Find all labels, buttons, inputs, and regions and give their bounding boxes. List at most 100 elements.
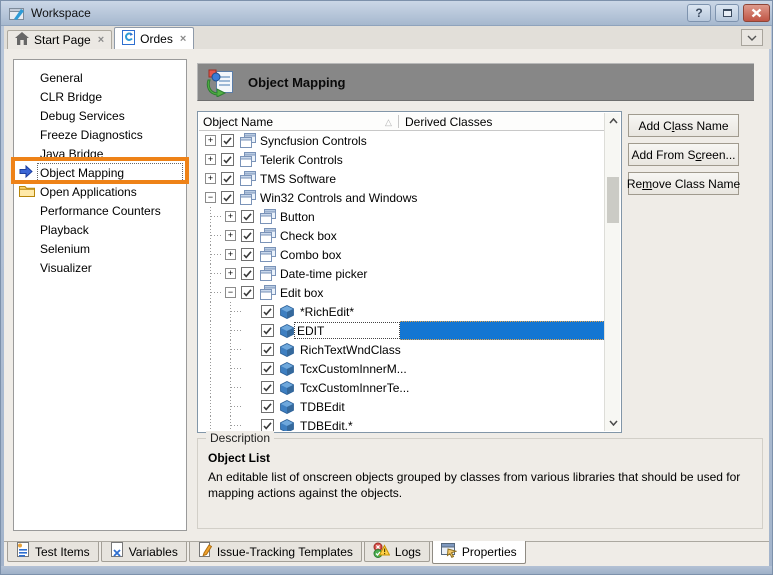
variables-icon bbox=[110, 542, 124, 561]
check-icon bbox=[263, 403, 272, 411]
window-group-icon bbox=[240, 190, 256, 205]
bottom-tab-logs[interactable]: Logs bbox=[364, 542, 430, 562]
row-checkbox[interactable] bbox=[241, 267, 254, 280]
sidebar-item-performance-counters[interactable]: Performance Counters bbox=[14, 201, 186, 220]
bottom-tab-properties[interactable]: Properties bbox=[432, 541, 526, 564]
tree-row-tcxcustominnerte[interactable]: TcxCustomInnerTe... bbox=[199, 378, 605, 397]
tree-row-edit-box[interactable]: − Edit box bbox=[199, 283, 605, 302]
tree-row-tms-software[interactable]: + TMS Software bbox=[199, 169, 605, 188]
add-from-screen-button[interactable]: Add From Screen... bbox=[628, 143, 739, 166]
home-icon bbox=[15, 32, 29, 48]
remove-class-name-button[interactable]: Remove Class Name bbox=[628, 172, 739, 195]
tree-row-tdbedit[interactable]: TDBEdit.* bbox=[199, 416, 605, 431]
add-class-name-button[interactable]: Add Class Name bbox=[628, 114, 739, 137]
sidebar-item-playback[interactable]: Playback bbox=[14, 220, 186, 239]
tree-row-combo-box[interactable]: + Combo box bbox=[199, 245, 605, 264]
row-checkbox[interactable] bbox=[241, 248, 254, 261]
sidebar-item-clr-bridge[interactable]: CLR Bridge bbox=[14, 87, 186, 106]
sidebar-item-object-mapping[interactable]: Object Mapping bbox=[14, 163, 186, 182]
scroll-down-button[interactable] bbox=[605, 415, 621, 431]
bottom-tab-test-items[interactable]: Test Items bbox=[7, 542, 99, 562]
expand-toggle[interactable]: + bbox=[225, 230, 236, 241]
row-checkbox[interactable] bbox=[241, 210, 254, 223]
scrollbar-thumb[interactable] bbox=[607, 177, 619, 223]
sidebar-item-general[interactable]: General bbox=[14, 68, 186, 87]
tab-start-page[interactable]: Start Page × bbox=[7, 30, 112, 49]
bottom-tab-variables[interactable]: Variables bbox=[101, 542, 187, 562]
sidebar-item-selenium[interactable]: Selenium bbox=[14, 239, 186, 258]
expand-toggle[interactable]: − bbox=[225, 287, 236, 298]
sidebar-item-visualizer[interactable]: Visualizer bbox=[14, 258, 186, 277]
expand-toggle bbox=[245, 363, 256, 374]
column-object-name[interactable]: Object Name bbox=[203, 115, 273, 129]
restore-button[interactable] bbox=[715, 4, 739, 22]
close-button[interactable] bbox=[743, 4, 770, 22]
tree-guide-line bbox=[231, 425, 243, 426]
row-checkbox[interactable] bbox=[221, 153, 234, 166]
tree-row-label: Check box bbox=[280, 229, 337, 243]
window-group-icon bbox=[240, 152, 256, 167]
description-text: An editable list of onscreen objects gro… bbox=[208, 469, 756, 501]
settings-sidebar: General CLR Bridge Debug Services Freeze… bbox=[13, 59, 187, 531]
tree-row-tcxcustominnerm[interactable]: TcxCustomInnerM... bbox=[199, 359, 605, 378]
expand-toggle[interactable]: + bbox=[205, 135, 216, 146]
tree-row-button[interactable]: + Button bbox=[199, 207, 605, 226]
bottom-tab-issue-tracking-templates[interactable]: Issue-Tracking Templates bbox=[189, 542, 362, 562]
expand-toggle[interactable]: + bbox=[205, 154, 216, 165]
vertical-scrollbar[interactable] bbox=[604, 113, 620, 431]
row-checkbox[interactable] bbox=[261, 381, 274, 394]
expand-toggle[interactable]: − bbox=[205, 192, 216, 203]
home-icon bbox=[15, 32, 29, 45]
check-icon bbox=[243, 232, 252, 240]
sidebar-item-open-applications[interactable]: Open Applications bbox=[14, 182, 186, 201]
column-divider[interactable] bbox=[398, 115, 399, 128]
expand-toggle[interactable]: + bbox=[225, 249, 236, 260]
sidebar-item-label: Debug Services bbox=[40, 109, 125, 123]
row-checkbox[interactable] bbox=[261, 343, 274, 356]
row-checkbox[interactable] bbox=[261, 305, 274, 318]
tree-row-check-box[interactable]: + Check box bbox=[199, 226, 605, 245]
sidebar-item-freeze-diagnostics[interactable]: Freeze Diagnostics bbox=[14, 125, 186, 144]
check-icon bbox=[243, 251, 252, 259]
expand-toggle[interactable]: + bbox=[225, 211, 236, 222]
tree-row-richedit[interactable]: *RichEdit* bbox=[199, 302, 605, 321]
row-checkbox[interactable] bbox=[261, 400, 274, 413]
window-group-icon bbox=[240, 171, 256, 186]
window-group-icon bbox=[260, 266, 276, 281]
tree-guide-line bbox=[211, 235, 223, 236]
expand-toggle[interactable]: + bbox=[225, 268, 236, 279]
tree-guide-line bbox=[231, 330, 243, 331]
tab-close-icon[interactable]: × bbox=[98, 34, 104, 46]
tree-row-telerik-controls[interactable]: + Telerik Controls bbox=[199, 150, 605, 169]
tree-row-tdbedit[interactable]: TDBEdit bbox=[199, 397, 605, 416]
object-mapping-icon bbox=[206, 68, 236, 97]
expand-toggle bbox=[245, 325, 256, 336]
row-checkbox[interactable] bbox=[241, 229, 254, 242]
tab-list-dropdown-button[interactable] bbox=[741, 29, 763, 46]
tab-close-icon[interactable]: × bbox=[180, 33, 186, 45]
tree-row-date-time-picker[interactable]: + Date-time picker bbox=[199, 264, 605, 283]
title-bar[interactable]: Workspace ? bbox=[1, 1, 773, 26]
tab-ordes[interactable]: Ordes × bbox=[114, 27, 194, 49]
expand-toggle[interactable]: + bbox=[205, 173, 216, 184]
tree-row-syncfusion-controls[interactable]: + Syncfusion Controls bbox=[199, 131, 605, 150]
row-checkbox[interactable] bbox=[221, 172, 234, 185]
sidebar-item-debug-services[interactable]: Debug Services bbox=[14, 106, 186, 125]
tree-row-win32-controls-and-windows[interactable]: − Win32 Controls and Windows bbox=[199, 188, 605, 207]
check-icon bbox=[243, 270, 252, 278]
row-checkbox[interactable] bbox=[261, 419, 274, 431]
help-button[interactable]: ? bbox=[687, 4, 711, 22]
row-checkbox[interactable] bbox=[241, 286, 254, 299]
tree-row-richtextwndclass[interactable]: RichTextWndClass bbox=[199, 340, 605, 359]
row-checkbox[interactable] bbox=[261, 362, 274, 375]
sidebar-item-java-bridge[interactable]: Java Bridge bbox=[14, 144, 186, 163]
sidebar-item-label: Java Bridge bbox=[40, 147, 103, 161]
scroll-up-button[interactable] bbox=[605, 113, 621, 129]
tree-column-headers[interactable]: Object Name △ Derived Classes bbox=[199, 113, 604, 131]
row-checkbox[interactable] bbox=[221, 134, 234, 147]
chevron-up-icon bbox=[609, 118, 618, 124]
row-checkbox[interactable] bbox=[221, 191, 234, 204]
row-checkbox[interactable] bbox=[261, 324, 274, 337]
column-derived-classes[interactable]: Derived Classes bbox=[405, 115, 492, 129]
tree-row-edit[interactable]: EDIT bbox=[199, 321, 605, 340]
